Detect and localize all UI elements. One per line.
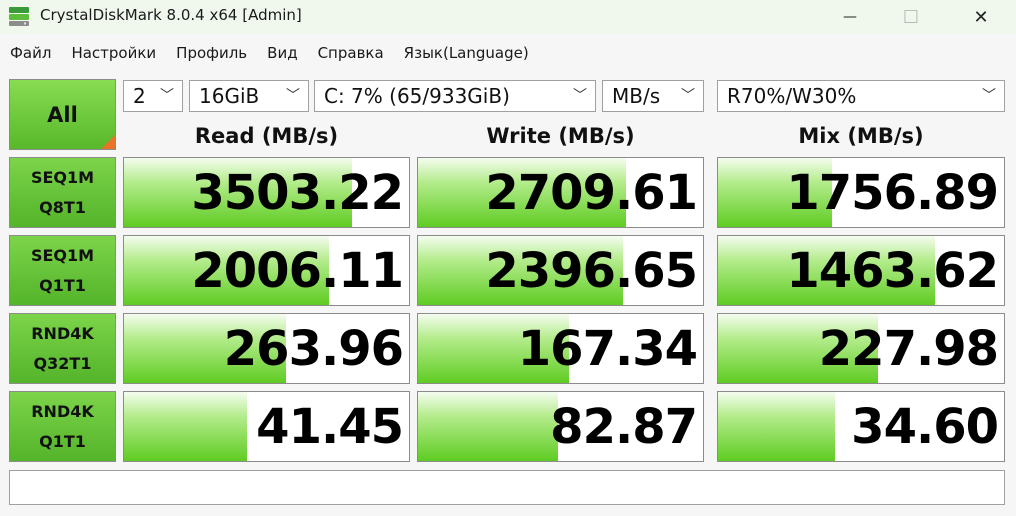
menu-bar: Файл Настройки Профиль Вид Справка Язык(… bbox=[0, 34, 1016, 72]
menu-settings[interactable]: Настройки bbox=[61, 34, 166, 72]
result-write: 167.34 bbox=[417, 313, 704, 384]
count-value: 2 bbox=[133, 84, 146, 108]
drive-value: C: 7% (65/933GiB) bbox=[324, 84, 510, 108]
result-mix: 1756.89 bbox=[717, 157, 1005, 228]
result-value: 1756.89 bbox=[786, 165, 999, 221]
unit-value: MB/s bbox=[612, 84, 661, 108]
close-icon: ✕ bbox=[973, 6, 989, 28]
maximize-icon: ☐ bbox=[902, 6, 920, 28]
test-button-rnd4k-q1t1[interactable]: RND4K Q1T1 bbox=[9, 391, 116, 462]
test-label-line2: Q8T1 bbox=[39, 197, 86, 217]
test-label-line2: Q32T1 bbox=[33, 353, 92, 373]
test-button-seq1m-q1t1[interactable]: SEQ1M Q1T1 bbox=[9, 235, 116, 306]
chevron-down-icon: ﹀ bbox=[286, 88, 300, 104]
test-label-line1: RND4K bbox=[31, 323, 94, 343]
result-read: 41.45 bbox=[123, 391, 410, 462]
chevron-down-icon: ﹀ bbox=[573, 88, 587, 104]
result-write: 2396.65 bbox=[417, 235, 704, 306]
close-button[interactable]: ✕ bbox=[948, 0, 1014, 34]
chevron-down-icon: ﹀ bbox=[982, 88, 996, 104]
menu-file[interactable]: Файл bbox=[0, 34, 61, 72]
all-button-label: All bbox=[47, 102, 78, 127]
test-label-line2: Q1T1 bbox=[39, 431, 86, 451]
result-read: 263.96 bbox=[123, 313, 410, 384]
window-title: CrystalDiskMark 8.0.4 x64 [Admin] bbox=[40, 6, 302, 24]
chevron-down-icon: ﹀ bbox=[160, 88, 174, 104]
result-mix: 34.60 bbox=[717, 391, 1005, 462]
mix-select[interactable]: R70%/W30% ﹀ bbox=[717, 80, 1005, 112]
test-label-line1: SEQ1M bbox=[30, 245, 95, 265]
test-label-line1: SEQ1M bbox=[30, 167, 95, 187]
result-value: 2396.65 bbox=[485, 243, 698, 299]
unit-select[interactable]: MB/s ﹀ bbox=[602, 80, 704, 112]
result-value: 3503.22 bbox=[191, 165, 404, 221]
result-value: 34.60 bbox=[851, 399, 999, 455]
menu-view[interactable]: Вид bbox=[257, 34, 307, 72]
test-label-line2: Q1T1 bbox=[39, 275, 86, 295]
chevron-down-icon: ﹀ bbox=[681, 88, 695, 104]
result-value: 263.96 bbox=[223, 321, 404, 377]
size-select[interactable]: 16GiB ﹀ bbox=[189, 80, 309, 112]
progress-bar bbox=[418, 392, 558, 461]
test-button-seq1m-q8t1[interactable]: SEQ1M Q8T1 bbox=[9, 157, 116, 228]
corner-marker-icon bbox=[101, 135, 115, 149]
result-value: 82.87 bbox=[550, 399, 698, 455]
app-icon bbox=[9, 7, 29, 26]
test-label-line1: RND4K bbox=[31, 401, 94, 421]
result-mix: 1463.62 bbox=[717, 235, 1005, 306]
result-value: 167.34 bbox=[517, 321, 698, 377]
maximize-button[interactable]: ☐ bbox=[878, 0, 944, 34]
menu-profile[interactable]: Профиль bbox=[166, 34, 257, 72]
result-write: 82.87 bbox=[417, 391, 704, 462]
all-button[interactable]: All bbox=[9, 79, 116, 150]
result-read: 3503.22 bbox=[123, 157, 410, 228]
menu-language[interactable]: Язык(Language) bbox=[394, 34, 539, 72]
title-bar: CrystalDiskMark 8.0.4 x64 [Admin] — ☐ ✕ bbox=[0, 0, 1016, 34]
result-value: 227.98 bbox=[818, 321, 999, 377]
main-panel: All 2 ﹀ 16GiB ﹀ C: 7% (65/933GiB) ﹀ MB/s… bbox=[0, 72, 1016, 516]
write-header: Write (MB/s) bbox=[486, 124, 635, 148]
progress-bar bbox=[124, 392, 247, 461]
result-value: 41.45 bbox=[256, 399, 404, 455]
mix-header: Mix (MB/s) bbox=[798, 124, 924, 148]
result-value: 1463.62 bbox=[786, 243, 999, 299]
drive-select[interactable]: C: 7% (65/933GiB) ﹀ bbox=[314, 80, 596, 112]
minimize-button[interactable]: — bbox=[817, 0, 883, 34]
result-mix: 227.98 bbox=[717, 313, 1005, 384]
result-value: 2006.11 bbox=[191, 243, 404, 299]
test-button-rnd4k-q32t1[interactable]: RND4K Q32T1 bbox=[9, 313, 116, 384]
menu-help[interactable]: Справка bbox=[308, 34, 394, 72]
read-header: Read (MB/s) bbox=[194, 124, 339, 148]
count-select[interactable]: 2 ﹀ bbox=[123, 80, 183, 112]
mix-value: R70%/W30% bbox=[727, 84, 857, 108]
result-write: 2709.61 bbox=[417, 157, 704, 228]
progress-bar bbox=[718, 392, 836, 461]
result-value: 2709.61 bbox=[485, 165, 698, 221]
minimize-icon: — bbox=[843, 9, 857, 25]
size-value: 16GiB bbox=[199, 84, 260, 108]
comment-field[interactable] bbox=[9, 470, 1005, 505]
result-read: 2006.11 bbox=[123, 235, 410, 306]
